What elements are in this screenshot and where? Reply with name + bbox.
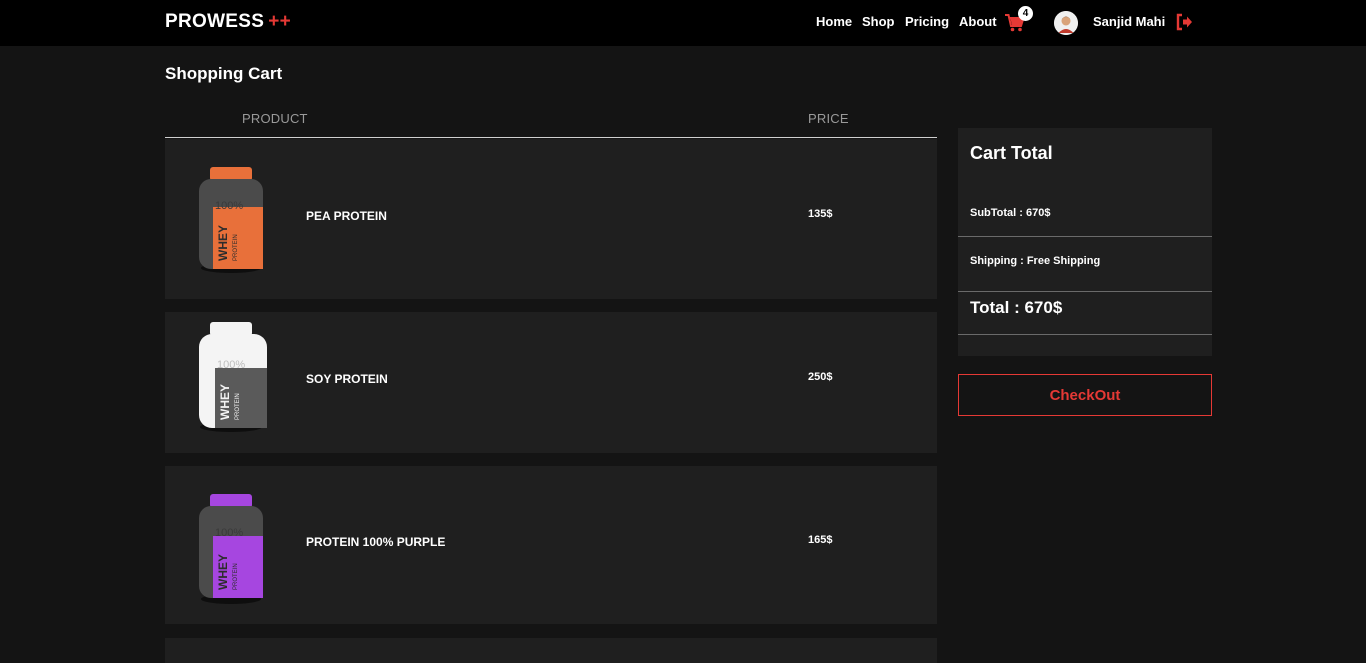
column-header-price: PRICE	[808, 111, 849, 126]
tub-label-pct: 100%	[217, 359, 245, 371]
subtotal-text: SubTotal : 670$	[970, 207, 1051, 219]
page-title: Shopping Cart	[165, 64, 283, 83]
product-name[interactable]: SOY PROTEIN	[306, 372, 388, 386]
tub-label-whey: WHEY	[216, 554, 230, 590]
cart-item-row: 100% WHEY PROTEIN PEA PROTEIN 135$	[165, 139, 937, 299]
tub-label-protein: PROTEIN	[235, 393, 241, 420]
brand-logo[interactable]: PROWESS ++	[165, 11, 291, 33]
nav-shop[interactable]: Shop	[862, 14, 895, 29]
totals-divider	[958, 236, 1212, 237]
product-price: 135$	[808, 208, 833, 220]
brand-name: PROWESS	[165, 11, 265, 32]
cart-item-row: 100% WHEY PROTEIN PROTEIN 100% PURPLE 16…	[165, 466, 937, 624]
tub-label-protein: PROTEIN	[233, 234, 239, 261]
product-name[interactable]: PEA PROTEIN	[306, 209, 387, 223]
cart-button[interactable]: 4	[1005, 6, 1035, 34]
totals-divider	[958, 334, 1212, 335]
user-avatar[interactable]	[1054, 11, 1078, 35]
header-divider	[165, 137, 937, 138]
tub-label-pct: 100%	[215, 200, 243, 212]
avatar-icon	[1054, 11, 1078, 35]
product-name[interactable]: PROTEIN 100% PURPLE	[306, 535, 445, 549]
totals-divider	[958, 291, 1212, 292]
tub-label-whey: WHEY	[218, 384, 232, 420]
nav-pricing[interactable]: Pricing	[905, 14, 949, 29]
cart-item-row: 100% WHEY PROTEIN SOY PROTEIN 250$	[165, 312, 937, 453]
tub-label-whey: WHEY	[216, 225, 230, 261]
cart-total-title: Cart Total	[970, 143, 1053, 163]
logout-button[interactable]	[1175, 13, 1193, 31]
user-name[interactable]: Sanjid Mahi	[1093, 14, 1165, 29]
cart-count-badge: 4	[1018, 6, 1033, 21]
sign-out-icon	[1176, 13, 1192, 31]
brand-suffix: ++	[268, 11, 292, 32]
cart-total-panel: Cart Total SubTotal : 670$ Shipping : Fr…	[958, 128, 1212, 356]
total-text: Total : 670$	[970, 298, 1063, 317]
product-price: 165$	[808, 534, 833, 546]
product-price: 250$	[808, 371, 833, 383]
tub-label-pct: 100%	[215, 527, 243, 539]
product-image: 100% WHEY PROTEIN	[199, 494, 263, 604]
nav-home[interactable]: Home	[816, 14, 852, 29]
navbar: PROWESS ++ Home Shop Pricing About 4 Sanj…	[0, 0, 1366, 46]
shipping-text: Shipping : Free Shipping	[970, 255, 1101, 267]
product-image: 100% WHEY PROTEIN	[199, 167, 263, 273]
nav-about[interactable]: About	[959, 14, 997, 29]
checkout-button[interactable]: CheckOut	[958, 374, 1212, 416]
product-image: 100% WHEY PROTEIN	[199, 322, 267, 432]
cart-item-row	[165, 638, 937, 663]
tub-label-protein: PROTEIN	[233, 563, 239, 590]
column-header-product: PRODUCT	[242, 111, 308, 126]
